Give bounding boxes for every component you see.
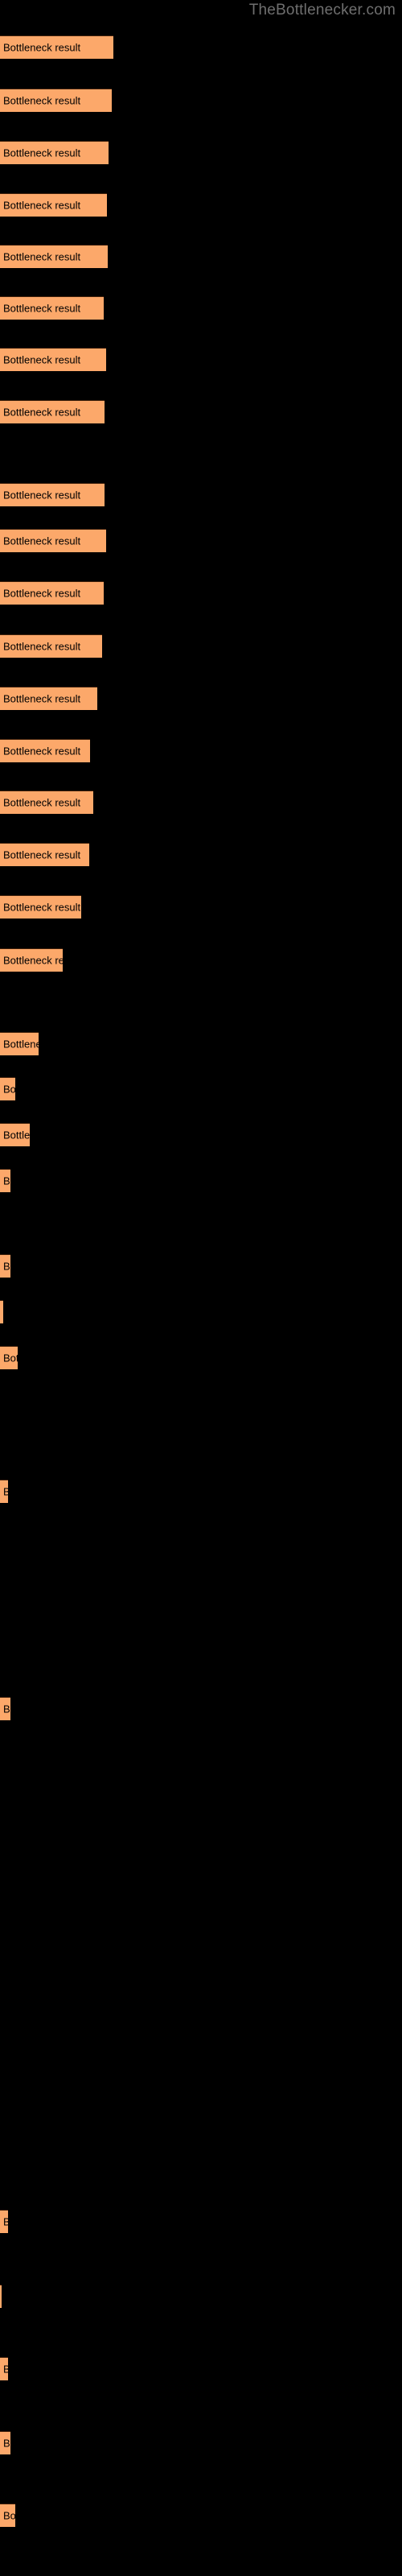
bar[interactable]: Bottleneck result — [0, 141, 109, 164]
bar-label: Bottleneck result — [3, 250, 81, 263]
bar-label: Bottleneck result — [3, 302, 81, 315]
bar-label: Bottleneck result — [3, 147, 81, 159]
bar[interactable]: Bottleneck result — [0, 193, 107, 217]
bar-label: Bottleneck result — [3, 1703, 10, 1715]
bar[interactable]: Bottleneck result — [0, 1254, 10, 1278]
bar-label: Bottleneck result — [3, 2509, 15, 2522]
bar[interactable]: Bottleneck result — [0, 1123, 30, 1146]
bar[interactable]: Bottleneck result — [0, 2285, 2, 2308]
bar[interactable]: Bottleneck result — [0, 1169, 10, 1192]
page-title: TheBottlenecker.com — [248, 2, 396, 19]
bar[interactable]: Bottleneck result — [0, 1346, 18, 1369]
bar-label: Bottleneck result — [3, 353, 81, 366]
bar-label: Bottleneck result — [3, 2364, 8, 2375]
bar[interactable]: Bottleneck result — [0, 948, 63, 972]
bar-label: Bottleneck result — [3, 2437, 10, 2450]
bar[interactable]: Bottleneck result — [0, 581, 104, 605]
bar-label: Bottleneck result — [3, 1260, 10, 1273]
bar-label: Bottleneck result — [3, 1129, 30, 1141]
bar-label: Bottleneck result — [3, 2217, 8, 2227]
bar[interactable]: Bottleneck result — [0, 843, 89, 866]
bar-label: Bottleneck result — [3, 1174, 10, 1187]
bar[interactable]: Bottleneck result — [0, 296, 104, 320]
bar[interactable]: Bottleneck result — [0, 1480, 8, 1503]
bar-label: Bottleneck result — [3, 1487, 8, 1497]
bar-label: Bottleneck result — [3, 692, 81, 705]
bar-label: Bottleneck result — [3, 489, 81, 502]
bar-label: Bottleneck result — [3, 745, 81, 758]
bar-label: Bottleneck result — [3, 535, 81, 547]
bar[interactable]: Bottleneck result — [0, 2431, 10, 2454]
bar[interactable]: Bottleneck result — [0, 1077, 15, 1100]
bar-label: Bottleneck result — [3, 94, 81, 107]
bar-label: Bottleneck result — [3, 1038, 39, 1051]
bar-label: Bottleneck result — [3, 587, 81, 600]
bar[interactable]: Bottleneck result — [0, 483, 105, 506]
bar-label: Bottleneck result — [3, 796, 81, 809]
bar[interactable]: Bottleneck result — [0, 2210, 8, 2233]
bar-label: Bottleneck result — [3, 199, 81, 212]
bar[interactable]: Bottleneck result — [0, 400, 105, 423]
bottleneck-chart-page: TheBottlenecker.com Bottleneck result Bot… — [0, 0, 402, 2576]
bar[interactable]: Bottleneck result — [0, 348, 106, 371]
bar-label: Bottleneck result — [3, 1352, 18, 1364]
bar[interactable]: Bottleneck result — [0, 1032, 39, 1055]
bar[interactable]: Bottleneck result — [0, 529, 106, 552]
bar-label: Bottleneck result — [3, 41, 81, 54]
bar[interactable]: Bottleneck result — [0, 791, 93, 814]
bar[interactable]: Bottleneck result — [0, 35, 113, 59]
bar[interactable]: Bottleneck result — [0, 1300, 3, 1323]
bar-label: Bottleneck result — [3, 1083, 15, 1096]
bar[interactable]: Bottleneck result — [0, 2357, 8, 2380]
bar[interactable]: Bottleneck result — [0, 1697, 10, 1720]
bar[interactable]: Bottleneck result — [0, 739, 90, 762]
bar-label: Bottleneck result — [3, 406, 81, 419]
bar[interactable]: Bottleneck result — [0, 2504, 15, 2527]
bar-label: Bottleneck result — [3, 848, 81, 861]
bar[interactable]: Bottleneck result — [0, 895, 81, 919]
bar[interactable]: Bottleneck result — [0, 89, 112, 112]
bar[interactable]: Bottleneck result — [0, 634, 102, 658]
bar-label: Bottleneck result — [3, 954, 63, 967]
bar[interactable]: Bottleneck result — [0, 245, 108, 268]
bar-label: Bottleneck result — [3, 640, 81, 653]
bar[interactable]: Bottleneck result — [0, 687, 97, 710]
bar-label: Bottleneck result — [3, 901, 81, 914]
